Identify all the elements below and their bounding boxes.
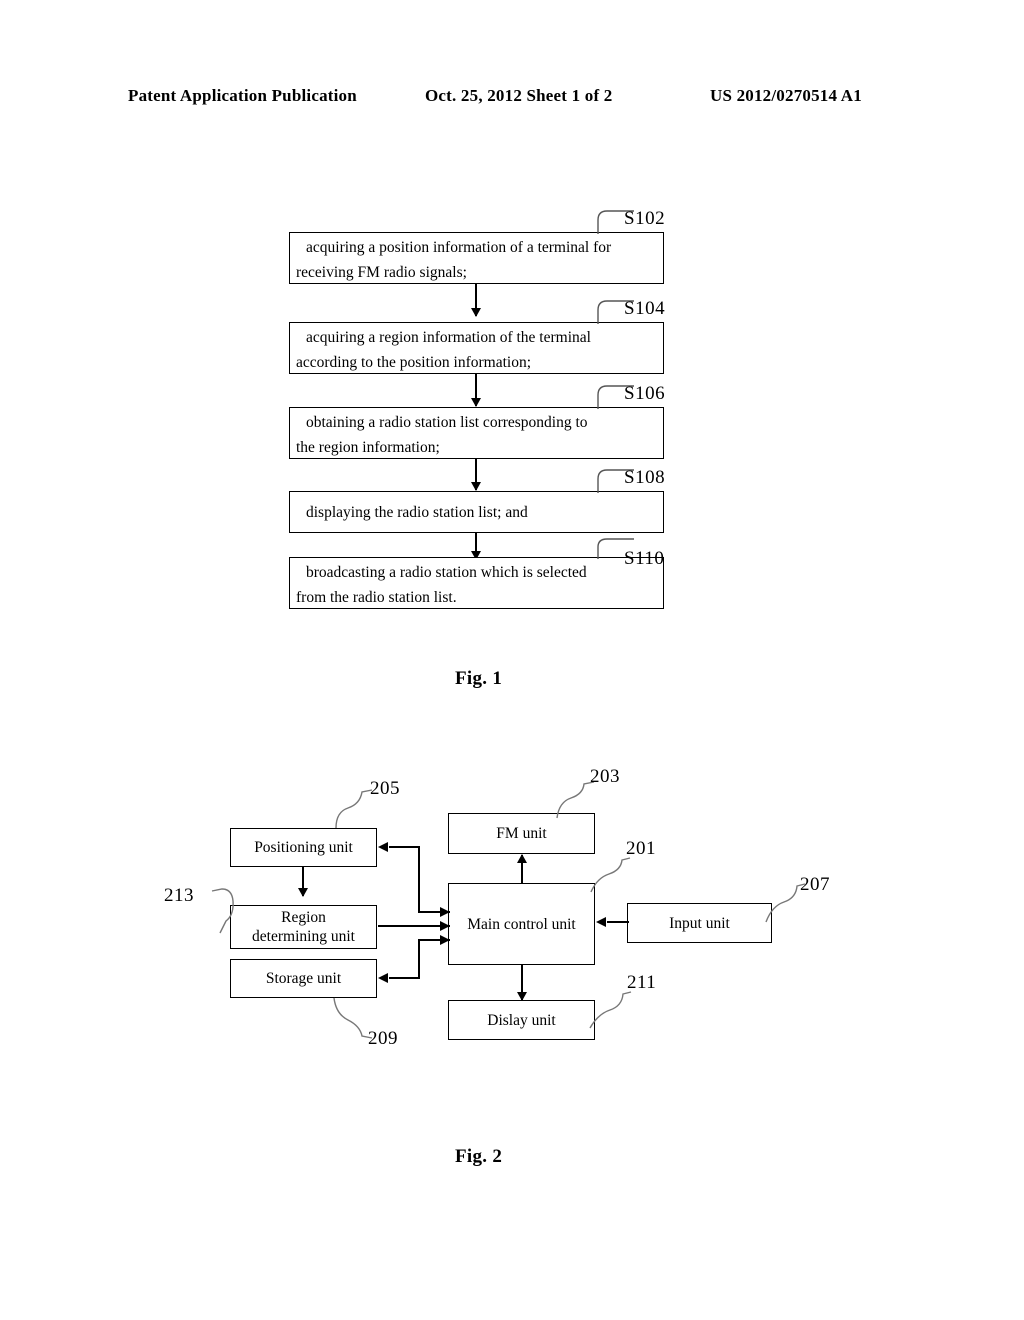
block-display-unit: Dislay unit: [448, 1000, 595, 1040]
connector-main-to-display: [517, 965, 527, 1001]
ref-label-201: 201: [626, 838, 656, 859]
flow-step-s110-line2: from the radio station list.: [296, 589, 457, 606]
arrowhead-storage-in: [378, 973, 388, 983]
leader-line-201: [590, 857, 631, 893]
flow-step-s102-line1: acquiring a position information of a te…: [306, 239, 612, 256]
flow-step-s110-line1: broadcasting a radio station which is se…: [306, 564, 587, 581]
connector-main-to-positioning-h1: [389, 846, 420, 848]
connector-main-to-storage-v: [418, 939, 420, 979]
connector-main-to-fm: [517, 854, 527, 883]
ref-label-s110: S110: [624, 548, 665, 569]
figure-2-caption: Fig. 2: [455, 1146, 503, 1167]
connector-main-to-positioning-v: [418, 846, 420, 912]
ref-label-209: 209: [368, 1028, 398, 1049]
flow-step-s110: broadcasting a radio station which is se…: [289, 557, 664, 609]
flow-step-s104-line1: acquiring a region information of the te…: [306, 329, 591, 346]
ref-label-s102: S102: [624, 208, 666, 229]
flow-step-s104: acquiring a region information of the te…: [289, 322, 664, 374]
arrowhead-main-in-mid: [440, 921, 450, 931]
flow-step-s106-line2: the region information;: [296, 439, 440, 456]
ref-label-s104: S104: [624, 298, 666, 319]
block-main-control-unit-label: Main control unit: [467, 915, 576, 933]
flow-arrow-s104-s106: [471, 374, 481, 407]
connector-input-to-main: [607, 921, 629, 923]
block-positioning-unit: Positioning unit: [230, 828, 377, 867]
flow-step-s102: acquiring a position information of a te…: [289, 232, 664, 284]
leader-line-211: [589, 991, 632, 1029]
block-display-unit-label: Dislay unit: [487, 1011, 556, 1029]
flow-step-s102-line2: receiving FM radio signals;: [296, 264, 467, 281]
connector-positioning-to-region: [298, 867, 308, 897]
block-input-unit: Input unit: [627, 903, 772, 943]
publication-title: Patent Application Publication: [128, 86, 357, 105]
flow-arrow-s102-s104: [471, 284, 481, 317]
block-main-control-unit: Main control unit: [448, 883, 595, 965]
block-region-determining-unit-label-line1: Region: [281, 909, 326, 926]
block-positioning-unit-label: Positioning unit: [254, 839, 353, 856]
flow-step-s106-line1: obtaining a radio station list correspon…: [306, 414, 588, 431]
publication-number: US 2012/0270514 A1: [710, 86, 862, 105]
ref-label-203: 203: [590, 766, 620, 787]
arrowhead-positioning-in: [378, 842, 388, 852]
block-fm-unit-label: FM unit: [496, 825, 547, 842]
publication-date-sheet: Oct. 25, 2012 Sheet 1 of 2: [425, 86, 613, 105]
flow-arrow-s106-s108: [471, 459, 481, 491]
ref-label-s108: S108: [624, 467, 666, 488]
ref-label-213: 213: [164, 885, 194, 906]
connector-main-to-storage-h2: [389, 977, 420, 979]
leader-line-203: [556, 781, 595, 819]
block-region-determining-unit-label-line2: determining unit: [252, 928, 355, 945]
block-input-unit-label: Input unit: [669, 914, 730, 932]
ref-label-207: 207: [800, 874, 830, 895]
ref-label-s106: S106: [624, 383, 666, 404]
flow-step-s108: displaying the radio station list; and: [289, 491, 664, 533]
block-storage-unit: Storage unit: [230, 959, 377, 998]
block-storage-unit-label: Storage unit: [265, 970, 342, 987]
page-header: Patent Application Publication Oct. 25, …: [0, 86, 1024, 112]
flow-step-s106: obtaining a radio station list correspon…: [289, 407, 664, 459]
arrowhead-main-in-top: [440, 907, 450, 917]
arrowhead-main-in-right: [596, 917, 606, 927]
leader-line-213: [211, 888, 234, 934]
flow-arrow-s108-s110: [471, 533, 481, 560]
flow-step-s108-line1: displaying the radio station list; and: [306, 504, 528, 521]
ref-label-211: 211: [627, 972, 657, 993]
ref-label-205: 205: [370, 778, 400, 799]
leader-line-205: [335, 789, 373, 829]
arrowhead-main-in-bottom: [440, 935, 450, 945]
figure-1-caption: Fig. 1: [455, 668, 503, 689]
flow-step-s104-line2: according to the position information;: [296, 354, 532, 371]
